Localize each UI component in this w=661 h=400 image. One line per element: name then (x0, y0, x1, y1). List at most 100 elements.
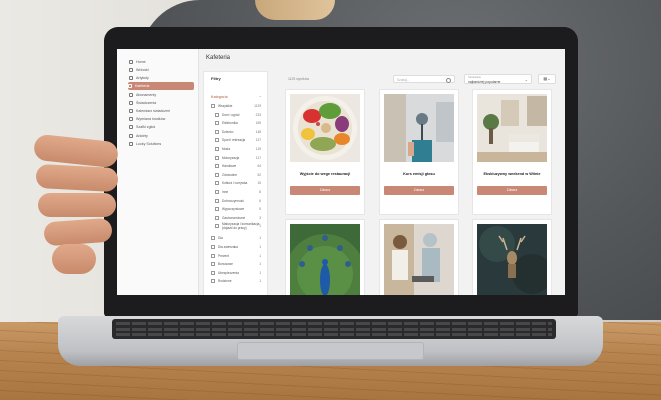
sidebar-item-wnioski[interactable]: Wnioski (129, 66, 195, 74)
category-item[interactable]: Moda 119 (215, 146, 261, 152)
category-item[interactable]: Wszystkie 1129 (211, 103, 261, 109)
sidebar-item-lucky[interactable]: Lucky Solutions (129, 140, 195, 148)
product-card[interactable] (472, 219, 552, 295)
category-count: 137 (255, 138, 261, 143)
category-checkbox[interactable] (211, 236, 215, 241)
category-count: 233 (255, 112, 261, 117)
key-row (116, 327, 552, 331)
sidebar-item-kalendarz[interactable]: Kalendarz świadczeń (129, 107, 195, 115)
category-checkbox[interactable] (211, 270, 215, 275)
category-item[interactable]: Gastronomiczne 3 (215, 215, 261, 221)
category-item[interactable]: Dobroczynność 6 (215, 198, 261, 204)
card-button[interactable]: Zobacz (477, 186, 547, 195)
category-label: Moda (222, 147, 230, 151)
category-item[interactable]: Dziecko 148 (215, 129, 261, 135)
category-count: 1 (259, 236, 261, 241)
filters-panel: Filtry Kategoria ⌃ Wszystkie 1129 Dom i og… (203, 71, 268, 295)
category-item[interactable]: Sport i rekreacja 137 (215, 137, 261, 143)
grid-view-toggle[interactable]: ▦⌄ (538, 74, 556, 84)
category-checkbox[interactable] (215, 190, 219, 194)
category-checkbox[interactable] (215, 215, 219, 220)
product-card[interactable]: Kurs emisji głosu Zobacz (379, 89, 459, 215)
category-checkbox[interactable] (215, 198, 219, 203)
category-checkbox[interactable] (215, 224, 219, 229)
locker-icon (129, 125, 133, 129)
chevron-down-icon: ⌄ (524, 77, 528, 82)
category-checkbox[interactable] (215, 164, 219, 169)
finger (32, 133, 120, 169)
category-checkbox[interactable] (215, 138, 219, 143)
card-button[interactable]: Zobacz (384, 186, 454, 195)
category-checkbox[interactable] (215, 172, 219, 177)
category-label: Gastronomiczne (222, 215, 246, 220)
palm (52, 244, 96, 274)
sidebar-item-abonamenty[interactable]: Abonamenty (129, 91, 195, 99)
category-label: Ubezpieczenia (218, 270, 239, 275)
sort-select[interactable]: Sortowanie najbardziej popularne ⌄ (464, 74, 532, 84)
category-count: 3 (259, 215, 261, 220)
category-count: 1 (259, 270, 261, 275)
category-item[interactable]: Wypoczynkowe 5 (215, 206, 261, 212)
category-item[interactable]: Maturyzacja i komunikacja (dojazd do pra… (215, 222, 261, 230)
sidebar-item-szafki[interactable]: Szafki zgłoś (129, 123, 195, 131)
sidebar-item-label: Lucky Solutions (136, 142, 162, 146)
category-item[interactable]: Motoryzacja 117 (215, 155, 261, 161)
chevron-up-icon[interactable]: ⌃ (259, 95, 262, 100)
category-heading[interactable]: Kategoria (211, 95, 228, 99)
grid-icon: ▦⌄ (543, 76, 551, 81)
category-item[interactable]: Kultura i rozrywka 15 (215, 180, 261, 186)
category-item[interactable]: Ubezpieczenia 1 (211, 270, 261, 276)
category-checkbox[interactable] (215, 155, 219, 160)
category-item[interactable]: Elektronika 165 (215, 120, 261, 126)
sort-label: Sortowanie (468, 75, 481, 79)
article-icon (129, 76, 133, 80)
sidebar-item-wymiana[interactable]: Wymiana środków (129, 115, 195, 123)
category-label: Dla (218, 236, 223, 241)
category-checkbox[interactable] (215, 121, 219, 126)
category-label: Rodzinne (218, 279, 232, 284)
category-count: 8 (259, 190, 261, 194)
category-count: 119 (255, 147, 261, 151)
sidebar-item-home[interactable]: Home (129, 58, 195, 66)
key-row (116, 322, 552, 325)
category-checkbox[interactable] (215, 129, 219, 134)
category-checkbox[interactable] (215, 112, 219, 117)
category-item[interactable]: Prezent 1 (211, 253, 261, 259)
category-checkbox[interactable] (211, 279, 215, 284)
search-input[interactable]: Szukaj... (393, 75, 455, 83)
category-item[interactable]: Zdrowotne 52 (215, 172, 261, 178)
product-card[interactable] (285, 219, 365, 295)
product-card[interactable] (379, 219, 459, 295)
category-checkbox[interactable] (211, 253, 215, 258)
clover-icon (129, 142, 133, 146)
microphone-image (384, 94, 454, 162)
category-item[interactable]: Handlowe 64 (215, 163, 261, 169)
sidebar-item-kafeteria[interactable]: Kafeteria (128, 82, 194, 90)
sidebar-item-swiadczenia[interactable]: Świadczenia (129, 99, 195, 107)
category-item[interactable]: Rodzinne 1 (211, 278, 261, 284)
result-count: 1129 wyników (288, 77, 310, 81)
laptop-trackpad (237, 342, 424, 360)
category-label: Bonusowe (218, 262, 233, 267)
category-item[interactable]: Bonusowe 1 (211, 261, 261, 267)
card-button[interactable]: Zobacz (290, 186, 360, 195)
category-item[interactable]: Dla zwierzaka 1 (211, 244, 261, 250)
sidebar-item-label: Kafeteria (135, 84, 150, 88)
product-card[interactable]: Ekskluzywny weekend w Wilnie Zobacz (472, 89, 552, 215)
document-icon (129, 68, 133, 72)
category-checkbox[interactable] (215, 181, 219, 186)
category-checkbox[interactable] (215, 207, 219, 212)
category-item[interactable]: Inne 8 (215, 189, 261, 195)
category-checkbox[interactable] (211, 245, 215, 249)
category-item[interactable]: Dom i ogród 233 (215, 112, 261, 118)
product-card[interactable]: Wyjście do wege restauracji Zobacz (285, 89, 365, 215)
category-label: Dom i ogród (222, 112, 240, 117)
category-checkbox[interactable] (211, 104, 215, 108)
sidebar-item-artykuly[interactable]: Artykuły (129, 74, 195, 82)
peacock-image (290, 224, 360, 295)
sidebar-item-ankiety[interactable]: Ankiety (129, 132, 195, 140)
category-checkbox[interactable] (211, 262, 215, 267)
category-item[interactable]: Dla 1 (211, 235, 261, 241)
category-checkbox[interactable] (215, 147, 219, 151)
category-count: 1 (259, 262, 261, 267)
